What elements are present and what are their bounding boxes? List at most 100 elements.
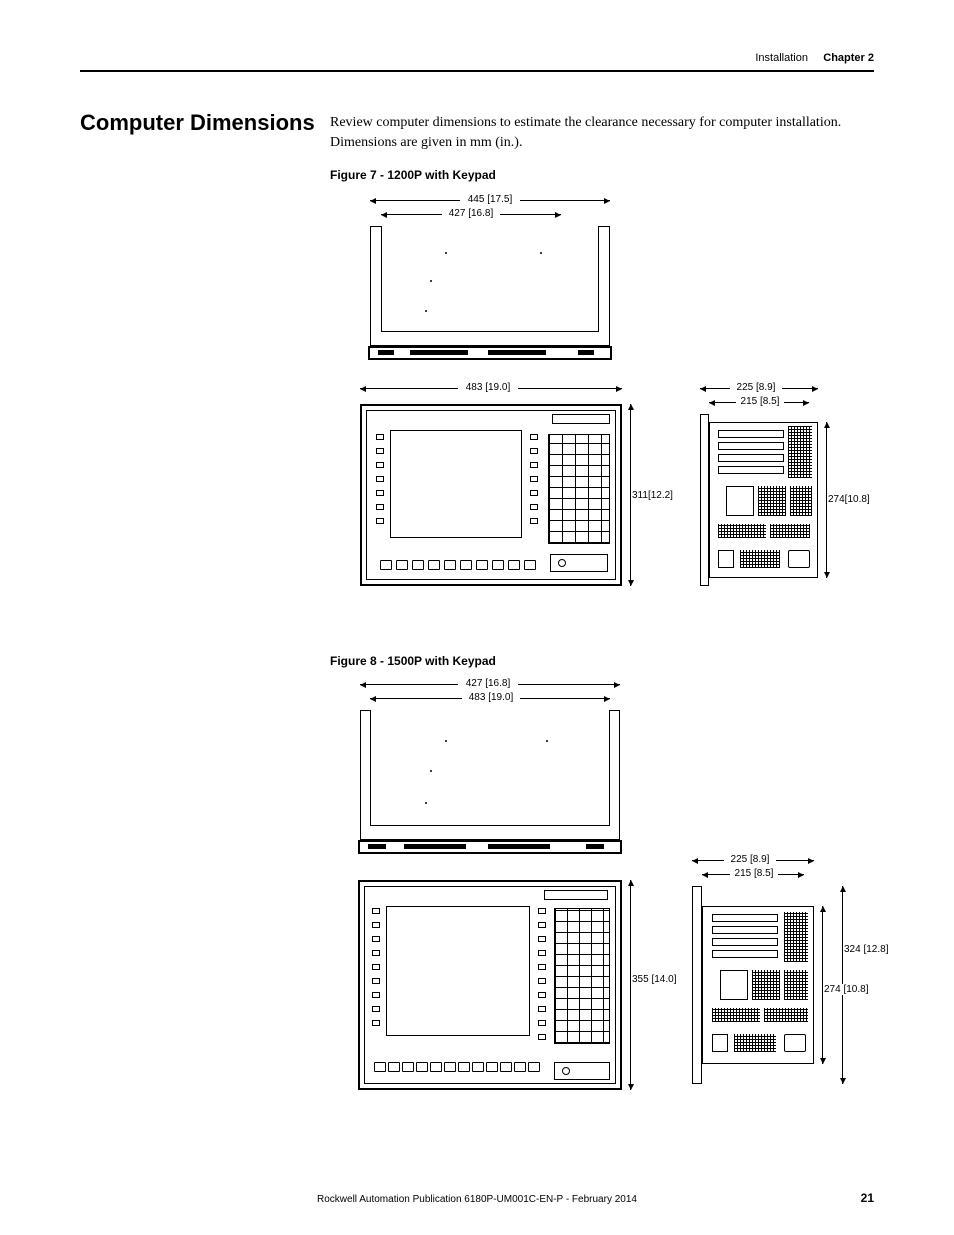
port-block <box>770 524 810 538</box>
fkey <box>396 560 408 570</box>
side-slot <box>718 466 784 474</box>
fan-housing <box>720 970 748 1000</box>
key-icon <box>530 476 538 482</box>
side-slot <box>718 430 784 438</box>
side-slot <box>718 454 784 462</box>
dim-label: 483 [19.0] <box>458 382 518 393</box>
key-icon <box>372 978 380 984</box>
fkey <box>388 1062 400 1072</box>
key-icon <box>372 922 380 928</box>
fkey <box>476 560 488 570</box>
figure-8-drawing: 427 [16.8] 483 [19.0] <box>330 674 870 1120</box>
vent-hatch <box>784 912 808 962</box>
figure-7-drawing: 445 [17.5] 427 [16.8] 483 [19.0] <box>330 190 870 626</box>
vent-hatch <box>734 1034 776 1052</box>
key-icon <box>372 1020 380 1026</box>
top-view-body <box>370 710 610 826</box>
logo-plate <box>544 890 608 900</box>
header-breadcrumb: Installation Chapter 2 <box>755 52 874 64</box>
marker-dot <box>445 252 447 254</box>
fkey <box>486 1062 498 1072</box>
key-icon <box>538 908 546 914</box>
intro-paragraph: Review computer dimensions to estimate t… <box>330 113 874 152</box>
key-icon <box>372 908 380 914</box>
marker-dot <box>430 280 432 282</box>
fkey <box>428 560 440 570</box>
section-title: Computer Dimensions <box>80 110 315 136</box>
vent-hatch <box>758 486 786 516</box>
footer-page-number: 21 <box>861 1191 874 1205</box>
vent-hatch <box>784 970 808 1000</box>
fkey <box>374 1062 386 1072</box>
vent-hatch <box>788 426 812 478</box>
key-icon <box>530 448 538 454</box>
marker-dot <box>430 770 432 772</box>
side-port <box>788 550 810 568</box>
side-slot <box>712 938 778 946</box>
key-icon <box>376 462 384 468</box>
vent-hatch <box>790 486 812 516</box>
dim-arrow-v <box>826 422 827 578</box>
footer-publication: Rockwell Automation Publication 6180P-UM… <box>0 1194 954 1205</box>
key-icon <box>372 936 380 942</box>
fan-housing <box>726 486 754 516</box>
header-section: Installation <box>755 52 808 64</box>
dim-label: 355 [14.0] <box>632 974 676 985</box>
side-slot <box>712 914 778 922</box>
key-icon <box>538 992 546 998</box>
dim-label: 483 [19.0] <box>462 692 520 703</box>
fkey <box>460 560 472 570</box>
key-icon <box>538 950 546 956</box>
fkey <box>444 1062 456 1072</box>
dim-label: 427 [16.8] <box>442 208 500 219</box>
key-icon <box>372 992 380 998</box>
key-icon <box>376 504 384 510</box>
fkey <box>444 560 456 570</box>
key-icon <box>530 518 538 524</box>
side-port <box>712 1034 728 1052</box>
dim-label: 324 [12.8] <box>844 944 888 955</box>
vent-hatch <box>740 550 780 568</box>
fkey <box>508 560 520 570</box>
key-icon <box>372 950 380 956</box>
dim-label: 311[12.2] <box>632 490 673 501</box>
key-icon <box>538 1020 546 1026</box>
key-icon <box>376 518 384 524</box>
key-icon <box>530 462 538 468</box>
dim-arrow-v <box>630 880 631 1090</box>
fkey <box>514 1062 526 1072</box>
fkey <box>524 560 536 570</box>
dim-arrow-v <box>630 404 631 586</box>
vent-slot <box>404 844 466 849</box>
side-port <box>718 550 734 568</box>
key-icon <box>530 490 538 496</box>
marker-dot <box>540 252 542 254</box>
key-icon <box>538 1034 546 1040</box>
marker-dot <box>425 802 427 804</box>
key-icon <box>538 978 546 984</box>
key-icon <box>530 434 538 440</box>
keypad-grid <box>554 908 610 1044</box>
fkey <box>402 1062 414 1072</box>
key-icon <box>538 1006 546 1012</box>
fkey <box>416 1062 428 1072</box>
dim-arrow-v <box>822 906 823 1064</box>
dim-label: 225 [8.9] <box>724 854 776 865</box>
fkey <box>472 1062 484 1072</box>
side-view-bezel <box>692 886 702 1084</box>
key-icon <box>538 922 546 928</box>
front-view-screen <box>386 906 530 1036</box>
dim-label: 274 [10.8] <box>824 984 868 995</box>
key-icon <box>376 434 384 440</box>
dim-label: 445 [17.5] <box>460 194 520 205</box>
top-view-body <box>381 226 599 332</box>
fkey <box>412 560 424 570</box>
vent-slot <box>578 350 594 355</box>
dim-label: 274[10.8] <box>828 494 870 505</box>
logo-plate <box>552 414 610 424</box>
vent-slot <box>368 844 386 849</box>
side-slot <box>718 442 784 450</box>
dim-label: 427 [16.8] <box>458 678 518 689</box>
power-icon <box>558 559 566 567</box>
vent-slot <box>488 844 550 849</box>
